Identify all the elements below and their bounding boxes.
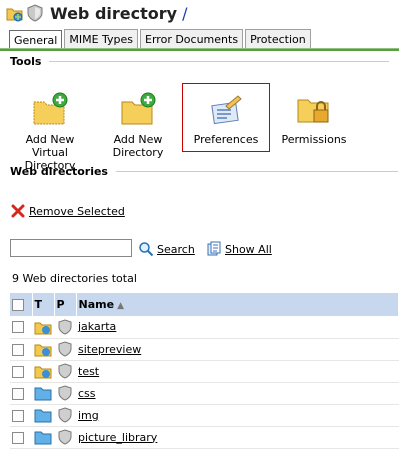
section-rule: [115, 171, 398, 172]
tab-general[interactable]: General: [9, 30, 63, 50]
protection-column-header[interactable]: P: [54, 293, 77, 316]
table-row: css: [10, 382, 399, 405]
sort-ascending-icon: ▲: [117, 301, 124, 311]
folder-icon: [34, 431, 52, 445]
add-virtual-directory-button[interactable]: Add New Virtual Directory: [6, 86, 94, 172]
remove-selected-action[interactable]: Remove Selected: [10, 203, 125, 219]
tab-protection[interactable]: Protection: [245, 29, 311, 49]
type-column-header[interactable]: T: [32, 293, 55, 316]
table-row: picture_library: [10, 426, 399, 449]
shield-icon: [27, 4, 43, 22]
webdirs-title: Web directories: [10, 165, 108, 178]
search-link[interactable]: Search: [157, 243, 195, 256]
table-row: sitepreview: [10, 338, 399, 361]
search-input[interactable]: [10, 239, 132, 257]
virtual-directory-icon: [34, 344, 52, 357]
select-all-header: [10, 293, 33, 316]
directory-link[interactable]: test: [78, 365, 99, 378]
tools-title: Tools: [10, 55, 42, 68]
directory-link[interactable]: sitepreview: [78, 343, 141, 356]
add-directory-button[interactable]: Add New Directory: [94, 86, 182, 172]
folder-lock-icon: [297, 99, 329, 123]
folder-add-icon: [33, 92, 68, 125]
tool-label: Permissions: [281, 133, 347, 146]
preferences-button[interactable]: Preferences: [182, 83, 270, 152]
row-checkbox[interactable]: [12, 409, 24, 422]
shield-icon: [58, 363, 72, 379]
directory-link[interactable]: jakarta: [78, 320, 116, 333]
table-row: test: [10, 360, 399, 383]
table-header-row: T P Name ▲: [10, 293, 399, 316]
permissions-button[interactable]: Permissions: [270, 86, 358, 172]
virtual-directory-icon: [34, 322, 52, 335]
row-checkbox[interactable]: [12, 321, 24, 334]
search-action[interactable]: Search: [138, 241, 195, 257]
tool-label: Add New Directory: [112, 133, 164, 159]
shield-icon: [58, 429, 72, 445]
show-all-link[interactable]: Show All: [225, 243, 272, 256]
virtual-directory-icon: [6, 8, 23, 22]
preferences-icon: [211, 95, 242, 125]
shield-icon: [58, 319, 72, 335]
folder-icon: [34, 409, 52, 423]
row-checkbox[interactable]: [12, 387, 24, 400]
table-row: jakarta: [10, 316, 399, 339]
tool-label: Preferences: [193, 133, 259, 146]
name-column-header[interactable]: Name ▲: [76, 293, 399, 316]
row-checkbox[interactable]: [12, 365, 24, 378]
table-row: img: [10, 404, 399, 427]
page-title: Web directory: [50, 3, 178, 23]
directory-link[interactable]: css: [78, 387, 96, 400]
tools-section-title: Tools: [10, 55, 390, 68]
tab-bar: General MIME Types Error Documents Prote…: [9, 29, 313, 50]
name-header-label: Name: [78, 298, 115, 311]
total-count: 9 Web directories total: [12, 272, 137, 285]
web-directories-table: T P Name ▲ jakarta sitepreview test css …: [10, 293, 399, 449]
tab-mime-types[interactable]: MIME Types: [64, 29, 139, 49]
title-separator: /: [182, 3, 188, 23]
search-icon: [139, 242, 154, 257]
row-checkbox[interactable]: [12, 431, 24, 444]
show-all-icon: [207, 241, 221, 256]
shield-icon: [58, 341, 72, 357]
directory-link[interactable]: img: [78, 409, 99, 422]
tab-divider-bar: [0, 49, 399, 51]
remove-selected-link[interactable]: Remove Selected: [29, 205, 125, 218]
page-header: Web directory /: [6, 2, 187, 24]
remove-icon: [11, 204, 25, 218]
tools-panel: Add New Virtual Directory Add New Direct…: [6, 83, 358, 172]
tab-error-documents[interactable]: Error Documents: [140, 29, 244, 49]
select-all-checkbox[interactable]: [12, 299, 24, 311]
directory-link[interactable]: picture_library: [78, 431, 157, 444]
folder-icon: [34, 387, 52, 401]
show-all-action[interactable]: Show All: [206, 241, 272, 257]
row-checkbox[interactable]: [12, 343, 24, 356]
webdirs-section-title: Web directories: [10, 165, 398, 178]
shield-icon: [58, 385, 72, 401]
section-rule: [49, 61, 390, 62]
virtual-directory-icon: [34, 366, 52, 379]
shield-icon: [58, 407, 72, 423]
folder-add-icon: [121, 92, 156, 125]
